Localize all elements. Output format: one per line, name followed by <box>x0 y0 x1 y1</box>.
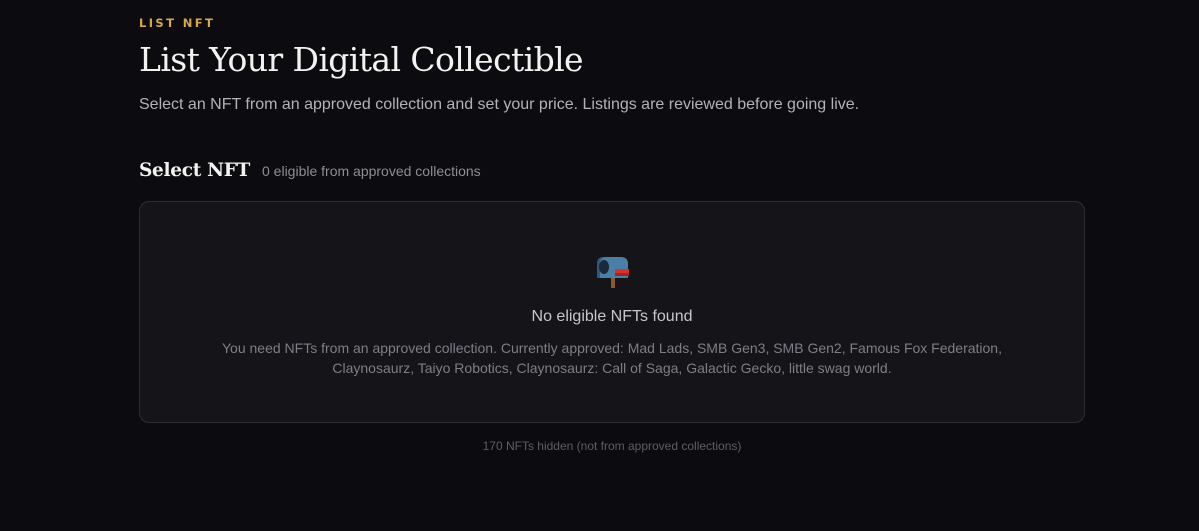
section-title: Select NFT <box>139 160 250 181</box>
eligible-count: 0 eligible from approved collections <box>262 163 481 179</box>
empty-state-description-line: You need NFTs from an approved collectio… <box>222 340 1002 356</box>
mailbox-icon <box>597 257 629 288</box>
select-nft-header: Select NFT 0 eligible from approved coll… <box>139 160 481 181</box>
page-title: List Your Digital Collectible <box>139 40 584 79</box>
empty-state-description-line: Claynosaurz, Taiyo Robotics, Claynosaurz… <box>332 360 892 376</box>
empty-state-description: You need NFTs from an approved collectio… <box>180 338 1044 378</box>
hidden-nfts-note: 170 NFTs hidden (not from approved colle… <box>482 439 742 453</box>
empty-state-card: No eligible NFTs found You need NFTs fro… <box>139 201 1085 423</box>
page-subtitle: Select an NFT from an approved collectio… <box>139 96 860 113</box>
page-eyebrow: LIST NFT <box>139 16 216 30</box>
list-nft-page: LIST NFT List Your Digital Collectible S… <box>0 0 1199 531</box>
empty-state-title: No eligible NFTs found <box>531 308 693 325</box>
